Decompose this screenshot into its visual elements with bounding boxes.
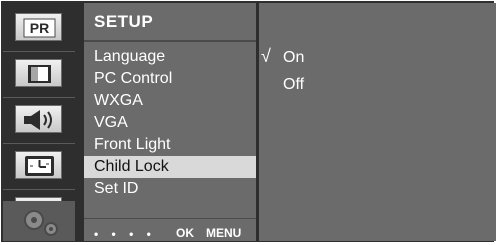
menu-item-child-lock[interactable]: Child Lock <box>84 156 256 178</box>
icon-separator <box>3 97 75 98</box>
menu-item-language[interactable]: Language <box>84 46 256 68</box>
icon-separator <box>3 189 75 190</box>
submenu-option-off[interactable]: Off <box>283 76 304 94</box>
setup-menu-panel: SETUP Language PC Control WXGA VGA Front… <box>84 3 256 241</box>
menu-item-vga[interactable]: VGA <box>84 112 256 134</box>
menu-item-set-id[interactable]: Set ID <box>84 178 256 200</box>
setup-gear-icon[interactable] <box>3 201 75 241</box>
footer-divider <box>84 218 256 219</box>
menu-title: SETUP <box>94 12 154 31</box>
footer-dots: • • • • <box>94 227 156 241</box>
timer-icon[interactable] <box>15 151 62 179</box>
osd-frame: PR SETUP Language PC Control WXGA VGA Fr… <box>1 1 496 242</box>
sound-icon[interactable] <box>15 105 62 133</box>
submenu-option-on[interactable]: On <box>283 49 304 67</box>
icon-separator <box>3 143 75 144</box>
icon-separator <box>3 51 75 52</box>
pr-icon[interactable]: PR <box>15 13 62 41</box>
child-lock-submenu: √ On Off <box>259 3 496 241</box>
menu-item-front-light[interactable]: Front Light <box>84 134 256 156</box>
menu-item-pc-control[interactable]: PC Control <box>84 68 256 90</box>
picture-icon[interactable] <box>15 59 62 87</box>
title-divider <box>84 40 256 42</box>
menu-item-wxga[interactable]: WXGA <box>84 90 256 112</box>
footer-menu-label: MENU <box>206 226 242 240</box>
svg-text:PR: PR <box>30 20 49 36</box>
footer-ok-label: OK <box>176 226 194 240</box>
menu-icon-column: PR <box>3 3 75 241</box>
checkmark-icon: √ <box>261 46 271 66</box>
